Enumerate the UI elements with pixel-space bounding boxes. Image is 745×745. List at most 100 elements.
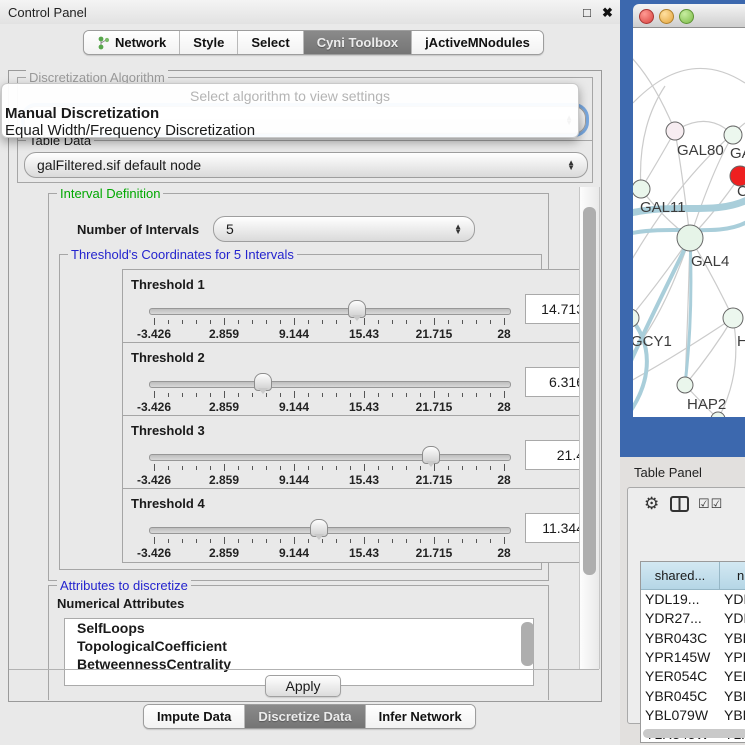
bottom-tab[interactable]: Infer Network xyxy=(366,705,475,728)
attribute-list-item[interactable]: SelfLoops xyxy=(65,619,533,637)
tab-label: Cyni Toolbox xyxy=(317,35,398,50)
network-icon xyxy=(97,36,110,50)
table-row[interactable]: YPR145W YPR14 xyxy=(641,648,745,667)
table-panel-body: ⚙ ☑☑ shared... n YDL19... YDL19 YDR27...… xyxy=(627,487,745,724)
list-scrollbar[interactable] xyxy=(521,622,534,666)
slider-thumb[interactable] xyxy=(254,373,272,391)
top-tab[interactable]: Network xyxy=(84,31,180,54)
top-tab-bar: Network Style Select Cyni Toolbox jActiv… xyxy=(83,30,544,55)
node-gcy1 xyxy=(633,309,639,327)
attributes-title: Attributes to discretize xyxy=(57,578,191,593)
node-hap2 xyxy=(677,377,693,393)
slider-thumb[interactable] xyxy=(422,446,440,464)
combo-arrows-icon: ▲▼ xyxy=(567,160,587,170)
network-canvas[interactable]: GAL80GACGAL11GAL4GCY1HHAP2 xyxy=(633,28,745,417)
slider-ticks xyxy=(154,318,505,326)
close-traffic-light-icon[interactable] xyxy=(639,9,654,24)
algorithm-popup-hint: Select algorithm to view settings xyxy=(2,88,578,104)
tab-label: Discretize Data xyxy=(258,709,351,724)
bottom-tab-bar: Impute Data Discretize Data Infer Networ… xyxy=(143,704,476,729)
panel-scrollbar-track[interactable] xyxy=(579,187,600,669)
table-row[interactable]: YDL19... YDL19 xyxy=(641,590,745,609)
table-header-name[interactable]: n xyxy=(720,562,745,590)
close-window-icon[interactable]: ✖ xyxy=(602,5,613,21)
threshold-label: Threshold 1 xyxy=(131,277,205,292)
table-panel-title: Table Panel xyxy=(634,465,702,480)
table-row[interactable]: YER054C YER05 xyxy=(641,667,745,686)
top-tab[interactable]: Cyni Toolbox xyxy=(304,31,412,54)
algorithm-popup: Select algorithm to view settings Manual… xyxy=(1,83,579,138)
table-header-shared[interactable]: shared... xyxy=(641,562,720,590)
attribute-list-item[interactable]: TopologicalCoefficient xyxy=(65,637,533,655)
thresholds-group: Threshold's Coordinates for 5 Intervals … xyxy=(59,254,542,570)
threshold-panel: Threshold 1 -3.4262.8599.14415.4321.7152… xyxy=(122,269,594,344)
bottom-tab[interactable]: Impute Data xyxy=(144,705,245,728)
panel-scrollbar-thumb[interactable] xyxy=(583,207,596,575)
node-label: HAP2 xyxy=(687,396,726,413)
top-tab[interactable]: Select xyxy=(238,31,303,54)
threshold-panel: Threshold 3 -3.4262.8599.14415.4321.7152… xyxy=(122,415,594,490)
slider-thumb[interactable] xyxy=(348,300,366,318)
tab-label: Infer Network xyxy=(379,709,462,724)
combo-arrows-icon: ▲▼ xyxy=(454,224,474,234)
slider-thumb[interactable] xyxy=(310,519,328,537)
node-gal4 xyxy=(677,225,703,251)
interval-definition-title: Interval Definition xyxy=(57,186,163,201)
thresholds-title: Threshold's Coordinates for 5 Intervals xyxy=(68,247,297,262)
node-label: H xyxy=(737,333,745,350)
table-horizontal-scrollbar[interactable] xyxy=(643,729,745,738)
table-panel-area: Table Panel ⚙ ☑☑ shared... n YDL19... YD… xyxy=(620,457,745,745)
table-data-combobox[interactable]: galFiltered.sif default node ▲▼ xyxy=(24,152,588,178)
table-data-group: Table Data galFiltered.sif default node … xyxy=(17,140,593,183)
node-label: GA xyxy=(730,145,745,162)
top-tab[interactable]: Style xyxy=(180,31,238,54)
slider-ticks xyxy=(154,464,505,472)
threshold-panel: Threshold 2 -3.4262.8599.14415.4321.7152… xyxy=(122,342,594,417)
slider-ticks xyxy=(154,537,505,545)
node-label: GCY1 xyxy=(633,333,672,350)
slider-track[interactable] xyxy=(149,454,511,461)
apply-strip: Apply xyxy=(9,669,599,700)
node-label: GAL11 xyxy=(640,199,686,216)
table-row[interactable]: YBR043C YBR04 xyxy=(641,629,745,648)
tab-label: jActiveMNodules xyxy=(425,35,530,50)
slider-track[interactable] xyxy=(149,308,511,315)
split-columns-icon[interactable] xyxy=(670,496,690,513)
checkbox-icons[interactable]: ☑☑ xyxy=(698,496,723,512)
control-panel-titlebar: Control Panel □ ✖ xyxy=(0,0,620,24)
threshold-label: Threshold 4 xyxy=(131,496,205,511)
number-of-intervals-combobox[interactable]: 5 ▲▼ xyxy=(213,216,475,242)
node-attribute-table[interactable]: shared... n YDL19... YDL19 YDR27... YDR2… xyxy=(640,561,745,743)
tab-label: Style xyxy=(193,35,224,50)
node-gal11 xyxy=(633,180,650,198)
slider-track[interactable] xyxy=(149,381,511,388)
top-tab[interactable]: jActiveMNodules xyxy=(412,31,543,54)
node-right-h xyxy=(723,308,743,328)
tab-label: Select xyxy=(251,35,289,50)
bottom-tab[interactable]: Discretize Data xyxy=(245,705,365,728)
table-row[interactable]: YBR045C YBR04 xyxy=(641,687,745,706)
interval-definition-group: Interval Definition Number of Intervals … xyxy=(48,193,549,581)
table-row[interactable]: YDR27... YDR27 xyxy=(641,609,745,628)
threshold-label: Threshold 3 xyxy=(131,423,205,438)
node-label: C xyxy=(737,183,745,200)
slider-ticks xyxy=(154,391,505,399)
panel-title: Control Panel xyxy=(8,5,87,20)
network-window-titlebar xyxy=(633,4,745,28)
algorithm-popup-item[interactable]: Equal Width/Frequency Discretization xyxy=(5,122,255,139)
apply-button[interactable]: Apply xyxy=(265,675,341,697)
minimize-traffic-light-icon[interactable] xyxy=(659,9,674,24)
numerical-attributes-label: Numerical Attributes xyxy=(57,596,184,611)
slider-track[interactable] xyxy=(149,527,511,534)
gear-icon[interactable]: ⚙ xyxy=(644,494,659,514)
float-window-icon[interactable]: □ xyxy=(583,5,591,20)
zoom-traffic-light-icon[interactable] xyxy=(679,9,694,24)
cyni-toolbox-panel: Discretization Algorithm ▲▼ Table Data g… xyxy=(8,70,602,702)
threshold-panel: Threshold 4 -3.4262.8599.14415.4321.7152… xyxy=(122,488,594,563)
table-row[interactable]: YBL079W YBL07 xyxy=(641,706,745,725)
tab-label: Impute Data xyxy=(157,709,231,724)
node-label: GAL80 xyxy=(677,142,724,159)
tab-label: Network xyxy=(115,35,166,50)
algorithm-popup-item[interactable]: Manual Discretization xyxy=(5,105,159,122)
node-gal80 xyxy=(666,122,684,140)
